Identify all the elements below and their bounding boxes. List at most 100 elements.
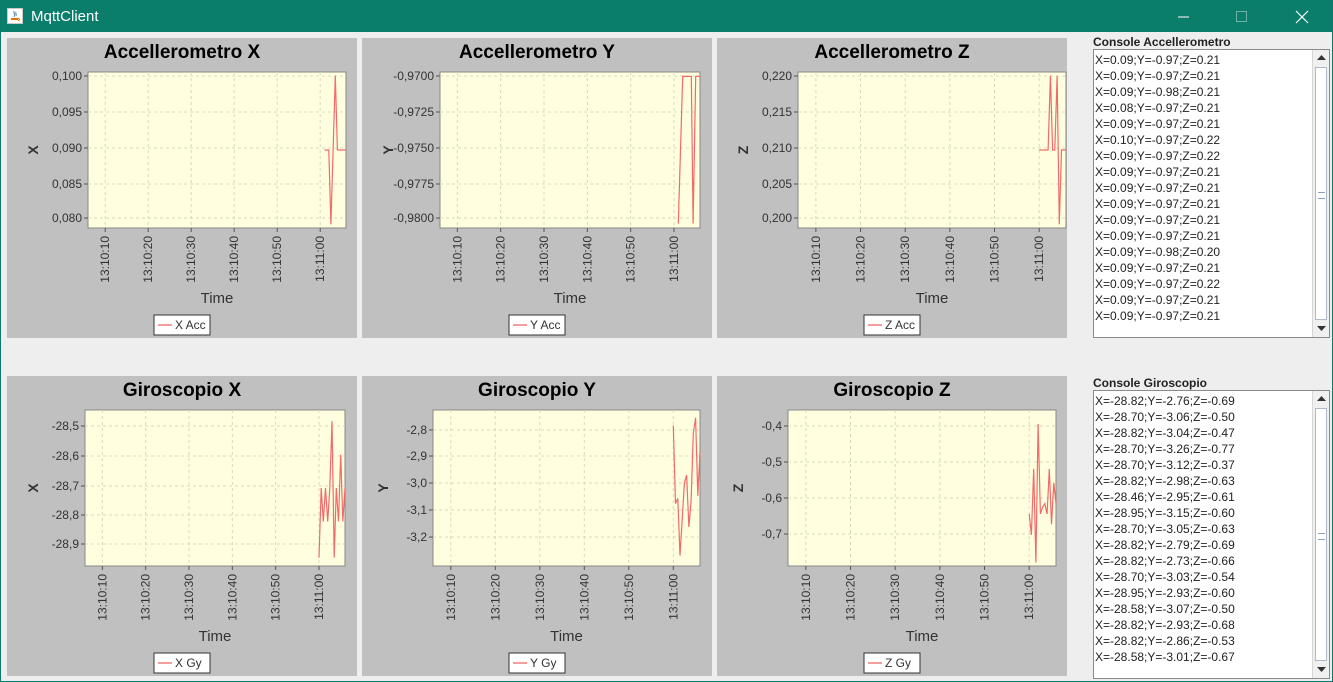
y-tick-label: -3,0 [406,476,427,490]
minimize-button[interactable] [1155,1,1213,32]
y-axis-label: Z [730,483,746,492]
close-button[interactable] [1273,1,1331,32]
scroll-up-button[interactable] [1313,50,1329,66]
arrow-up-icon [1316,55,1326,60]
console-line: X=0.09;Y=-0.97;Z=0.22 [1095,277,1221,291]
chart-title: Giroscopio Z [833,380,951,401]
y-tick-label: -28,7 [52,479,80,493]
chart-panel: Accellerometro Z 13:10:10 13:10:20 13:10:30… [717,38,1067,338]
console-line: X=-28.82;Y=-2.98;Z=-0.63 [1095,474,1235,488]
console-line: X=0.09;Y=-0.97;Z=0.21 [1095,117,1221,131]
x-tick-label: 13:10:10 [450,236,464,283]
close-icon [1295,10,1309,23]
console-line: X=-28.82;Y=-2.76;Z=-0.69 [1095,394,1235,408]
x-tick-label: 13:10:30 [898,236,912,283]
y-tick-label: 0,095 [52,105,82,119]
x-tick-label: 13:10:10 [98,236,112,283]
y-tick-label: -0,7 [761,527,782,541]
console-line: X=0.09;Y=-0.97;Z=0.21 [1095,69,1221,83]
x-tick-label: 13:10:30 [537,236,551,283]
console-line: X=-28.82;Y=-2.86;Z=-0.53 [1095,634,1235,648]
maximize-icon [1236,10,1247,22]
scroll-down-button[interactable] [1313,321,1329,337]
console-line: X=0.09;Y=-0.97;Z=0.21 [1095,165,1221,179]
x-tick-label: 13:10:30 [182,574,196,621]
y-tick-label: -2,8 [406,423,427,437]
console-accel-text[interactable]: X=0.09;Y=-0.97;Z=0.21 X=0.09;Y=-0.97;Z=0.… [1095,52,1220,324]
x-tick-label: 13:11:00 [666,574,680,620]
maximize-button[interactable] [1213,1,1271,32]
y-tick-label: -2,9 [406,449,427,463]
legend-label: Y Gy [530,656,556,670]
x-tick-label: 13:10:40 [577,574,591,621]
y-tick-label: -0,9800 [393,211,434,225]
scrollbar[interactable] [1312,391,1329,678]
arrow-down-icon [1316,326,1326,331]
scroll-thumb[interactable] [1315,67,1327,320]
grip-icon [1318,191,1325,199]
console-line: X=0.09;Y=-0.97;Z=0.21 [1095,181,1221,195]
console-line: X=0.09;Y=-0.97;Z=0.21 [1095,197,1221,211]
legend-label: Z Gy [885,656,911,670]
y-tick-label: -0,9775 [393,177,434,191]
scroll-up-button[interactable] [1313,391,1329,407]
chart-svg: Accellerometro Y 13:10:10 13:10:20 13:10:30… [380,42,701,336]
plot-area [439,71,701,229]
chart-panel: Giroscopio Z 13:10:10 13:10:20 13:10:30 13:1… [717,376,1067,676]
app-window: MqttClient Accellerometro X 13:10:10 13:10… [0,0,1333,682]
x-tick-label: 13:10:50 [622,574,636,621]
x-tick-label: 13:11:00 [1022,574,1036,620]
scrollbar[interactable] [1312,50,1329,337]
minimize-icon [1178,16,1189,17]
y-tick-label: -0,9700 [393,69,434,83]
y-tick-label: -0,4 [761,419,782,433]
x-axis-label: Time [554,290,587,307]
x-tick-label: 13:10:50 [624,236,638,283]
y-axis-label: Z [735,145,751,154]
title-bar[interactable]: MqttClient [1,1,1332,32]
x-axis-label: Time [199,628,232,645]
chart-panel: Giroscopio Y 13:10:10 13:10:20 13:10:30 13:1… [362,376,712,676]
console-accelerometer[interactable]: X=0.09;Y=-0.97;Z=0.21 X=0.09;Y=-0.97;Z=0.… [1093,49,1330,338]
console-line: X=0.09;Y=-0.97;Z=0.21 [1095,309,1221,323]
x-tick-label: 13:10:20 [844,574,858,621]
x-tick-label: 13:10:20 [141,236,155,283]
x-tick-label: 13:10:10 [444,574,458,621]
x-tick-label: 13:10:40 [580,236,594,283]
x-tick-label: 13:11:00 [313,236,327,282]
plot-area [797,71,1067,229]
chart-svg: Accellerometro X 13:10:10 13:10:20 13:10:30… [25,42,347,336]
grip-icon [1318,532,1325,540]
legend-label: X Gy [175,656,202,670]
x-tick-label: 13:10:20 [854,236,868,283]
y-tick-label: 0,210 [762,141,792,155]
chart-panel: Accellerometro Y 13:10:10 13:10:20 13:10:30… [362,38,712,338]
y-tick-label: -0,6 [761,491,782,505]
chart-panel: Giroscopio X 13:10:10 13:10:20 13:10:30 13:1… [7,376,357,676]
x-axis-label: Time [550,628,583,645]
x-tick-label: 13:10:20 [494,236,508,283]
y-tick-label: 0,205 [762,177,792,191]
y-tick-label: -28,5 [52,419,80,433]
arrow-up-icon [1316,396,1326,401]
scroll-down-button[interactable] [1313,662,1329,678]
chart-title: Accellerometro Z [814,42,970,63]
y-axis-label: Y [380,145,396,155]
scroll-thumb[interactable] [1315,408,1327,661]
console-line: X=0.09;Y=-0.97;Z=0.21 [1095,293,1221,307]
plot-area [432,409,701,567]
x-tick-label: 13:10:50 [269,574,283,621]
console-line: X=-28.70;Y=-3.03;Z=-0.54 [1095,570,1235,584]
y-tick-label: -0,9725 [393,105,434,119]
console-line: X=-28.70;Y=-3.06;Z=-0.50 [1095,410,1235,424]
console-line: X=-28.46;Y=-2.95;Z=-0.61 [1095,490,1235,504]
y-axis-label: X [25,483,41,493]
console-line: X=-28.95;Y=-3.15;Z=-0.60 [1095,506,1235,520]
plot-area [84,409,346,567]
y-tick-label: -28,6 [52,449,80,463]
console-line: X=0.08;Y=-0.97;Z=0.21 [1095,101,1221,115]
console-gyro-text[interactable]: X=-28.82;Y=-2.76;Z=-0.69 X=-28.70;Y=-3.06… [1095,393,1235,665]
x-tick-label: 13:10:20 [488,574,502,621]
y-tick-label: -0,5 [761,455,782,469]
console-gyroscope[interactable]: X=-28.82;Y=-2.76;Z=-0.69 X=-28.70;Y=-3.06… [1093,390,1330,679]
